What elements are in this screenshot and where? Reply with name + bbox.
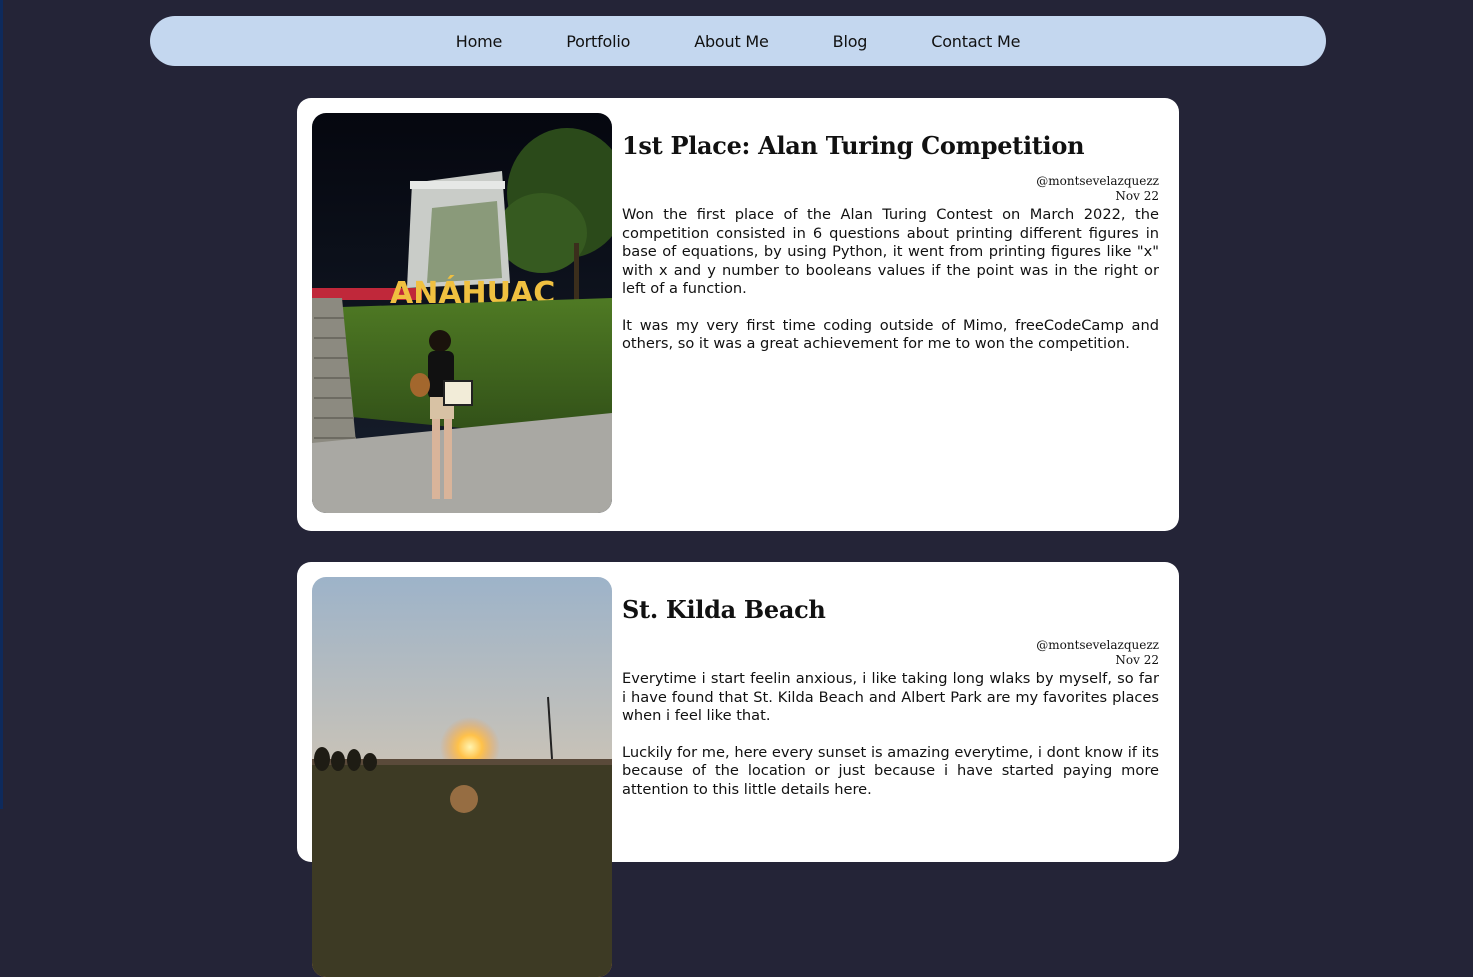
sunset-beach-photo bbox=[312, 577, 612, 977]
post-paragraph: Everytime i start feelin anxious, i like… bbox=[622, 670, 1159, 724]
post-author: @montsevelazquezz bbox=[1036, 174, 1159, 188]
post-title: St. Kilda Beach bbox=[622, 595, 826, 624]
post-date: Nov 22 bbox=[1115, 653, 1159, 667]
blog-post-card: St. Kilda Beach @montsevelazquezz Nov 22… bbox=[297, 562, 1179, 977]
post-date: Nov 22 bbox=[1115, 189, 1159, 203]
nav-home-link[interactable]: Home bbox=[456, 32, 503, 51]
post-author: @montsevelazquezz bbox=[1036, 638, 1159, 652]
night-campus-photo: ANÁHUAC bbox=[312, 113, 612, 513]
post-meta: @montsevelazquezz Nov 22 bbox=[622, 638, 1159, 668]
post-title: 1st Place: Alan Turing Competition bbox=[622, 131, 1085, 160]
nav-contact-link[interactable]: Contact Me bbox=[931, 32, 1020, 51]
post-paragraph: It was my very first time coding outside… bbox=[622, 316, 1159, 353]
window-edge bbox=[0, 0, 3, 809]
post-meta: @montsevelazquezz Nov 22 bbox=[622, 174, 1159, 204]
post-paragraph: Luckily for me, here every sunset is ama… bbox=[622, 743, 1159, 798]
post-content: 1st Place: Alan Turing Competition @mont… bbox=[622, 128, 1159, 372]
post-photo-anahuac: ANÁHUAC bbox=[312, 113, 612, 513]
blog-post-card: ANÁHUAC 1st Place: Alan Turing Competiti… bbox=[297, 98, 1179, 531]
nav-blog-link[interactable]: Blog bbox=[833, 32, 868, 51]
post-paragraph: Won the first place of the Alan Turing C… bbox=[622, 206, 1159, 297]
post-content: St. Kilda Beach @montsevelazquezz Nov 22… bbox=[622, 592, 1159, 817]
post-photo-beach-sunset bbox=[312, 577, 612, 977]
top-navigation: Home Portfolio About Me Blog Contact Me bbox=[150, 16, 1326, 66]
nav-about-link[interactable]: About Me bbox=[694, 32, 769, 51]
nav-portfolio-link[interactable]: Portfolio bbox=[566, 32, 630, 51]
